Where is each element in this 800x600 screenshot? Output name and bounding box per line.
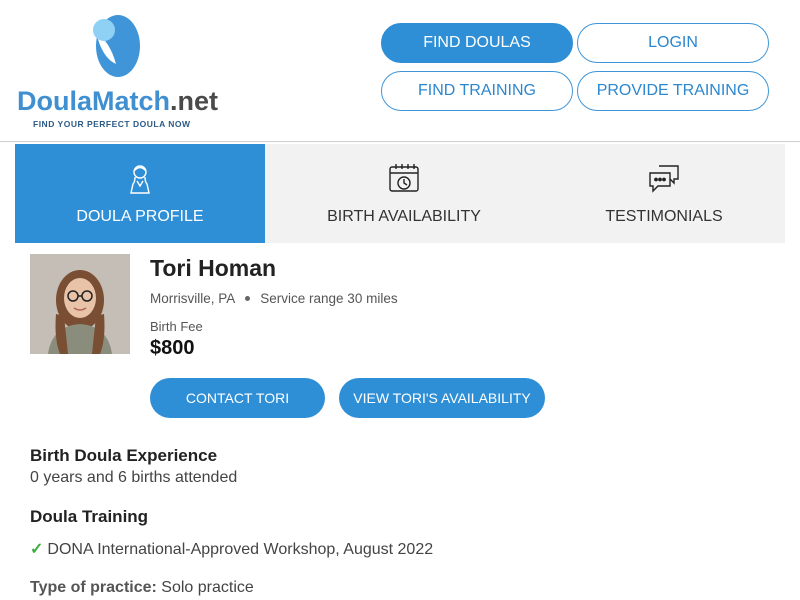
checkmark-icon: ✓ <box>30 541 44 558</box>
person-icon <box>130 165 150 194</box>
tab-label: BIRTH AVAILABILITY <box>327 208 481 225</box>
portrait-image <box>30 254 130 354</box>
doula-photo <box>30 254 130 354</box>
tab-testimonials[interactable]: TESTIMONIALS <box>543 144 785 243</box>
logo-tagline: FIND YOUR PERFECT DOULA NOW <box>33 119 191 129</box>
location-text: Morrisville, PA <box>150 291 236 306</box>
practice-line: Type of practice: Solo practice <box>30 579 254 597</box>
practice-label: Type of practice: <box>30 579 157 596</box>
training-item-text: DONA International-Approved Workshop, Au… <box>47 541 434 558</box>
login-button[interactable]: LOGIN <box>577 23 769 63</box>
location-line: Morrisville, PA Service range 30 miles <box>150 291 398 306</box>
service-range-text: Service range 30 miles <box>260 291 398 306</box>
logo-icon[interactable] <box>90 12 142 80</box>
view-availability-button[interactable]: VIEW TORI'S AVAILABILITY <box>339 378 545 418</box>
contact-button[interactable]: CONTACT TORI <box>150 378 325 418</box>
tab-label: TESTIMONIALS <box>605 208 723 225</box>
fee-label: Birth Fee <box>150 319 203 334</box>
find-training-button[interactable]: FIND TRAINING <box>381 71 573 111</box>
experience-text: 0 years and 6 births attended <box>30 469 238 486</box>
training-item: ✓ DONA International-Approved Workshop, A… <box>30 539 433 559</box>
fee-value: $800 <box>150 337 195 359</box>
logo-text[interactable]: DoulaMatch.net <box>17 86 218 117</box>
tab-label: DOULA PROFILE <box>76 208 204 225</box>
tab-birth-availability[interactable]: BIRTH AVAILABILITY <box>265 144 543 243</box>
site-header: DoulaMatch.net FIND YOUR PERFECT DOULA N… <box>0 0 800 142</box>
doula-name: Tori Homan <box>150 255 277 281</box>
find-doulas-button[interactable]: FIND DOULAS <box>381 23 573 63</box>
provide-training-button[interactable]: PROVIDE TRAINING <box>577 71 769 111</box>
tab-doula-profile[interactable]: DOULA PROFILE <box>15 144 265 243</box>
chat-bubbles-icon <box>649 165 679 193</box>
calendar-clock-icon <box>389 164 419 192</box>
training-title: Doula Training <box>30 507 149 526</box>
experience-title: Birth Doula Experience <box>30 446 218 465</box>
profile-tabs: DOULA PROFILE BIRTH AVAILABILITY TESTIMO… <box>15 144 785 243</box>
practice-value: Solo practice <box>161 579 254 596</box>
separator-dot-icon <box>245 296 251 301</box>
